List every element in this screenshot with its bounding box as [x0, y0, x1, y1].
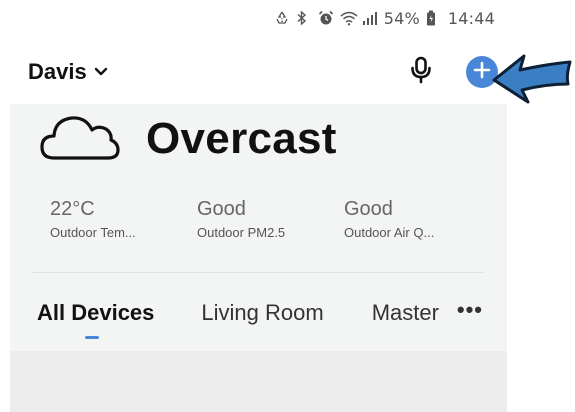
stat-label: Outdoor Tem... [50, 225, 136, 240]
home-name: Davis [28, 59, 87, 84]
voice-button[interactable] [410, 56, 432, 89]
tab-living-room[interactable]: Living Room [201, 300, 323, 326]
stat-value: Good [197, 198, 246, 220]
stat-label: Outdoor PM2.5 [197, 225, 286, 240]
battery-percent: 54% [383, 8, 420, 28]
status-bar: 1 54% 14:44 [274, 0, 495, 36]
wifi-icon [340, 10, 358, 26]
battery-icon [426, 10, 442, 26]
weather-stats: 22°C Outdoor Tem... Good Outdoor PM2.5 G… [50, 198, 491, 240]
cloud-icon [40, 110, 120, 167]
stat-value: Good [344, 198, 393, 220]
devices-list-area [10, 351, 507, 412]
app-header: Davis [28, 52, 498, 92]
stat-outdoor-temperature[interactable]: 22°C Outdoor Tem... [50, 198, 197, 240]
home-selector[interactable]: Davis [28, 59, 108, 85]
plus-icon [473, 61, 491, 84]
status-time: 14:44 [447, 8, 495, 28]
chevron-down-icon [94, 67, 108, 77]
svg-text:1: 1 [280, 18, 283, 24]
tab-master[interactable]: Master [372, 300, 439, 326]
header-actions [410, 56, 498, 89]
microphone-icon [410, 56, 432, 89]
active-tab-indicator [85, 336, 99, 339]
alarm-icon [318, 10, 334, 26]
divider [32, 272, 484, 273]
main-panel: Overcast 22°C Outdoor Tem... Good Outdoo… [10, 104, 507, 412]
stat-label: Outdoor Air Q... [344, 225, 435, 240]
weather-condition: Overcast [146, 113, 337, 163]
signal-icon [362, 10, 378, 26]
stat-outdoor-pm25[interactable]: Good Outdoor PM2.5 [197, 198, 344, 240]
tab-all-devices[interactable]: All Devices [37, 300, 154, 326]
stat-value: 22°C [50, 198, 95, 220]
stat-outdoor-air-quality[interactable]: Good Outdoor Air Q... [344, 198, 491, 240]
bluetooth-icon [296, 10, 312, 26]
room-tabs: All Devices Living Room Master ••• [37, 298, 483, 339]
more-tabs-button[interactable]: ••• [457, 299, 483, 327]
recycle-icon: 1 [274, 10, 290, 26]
weather-summary[interactable]: Overcast [40, 110, 337, 167]
annotation-arrow-icon [490, 50, 574, 111]
